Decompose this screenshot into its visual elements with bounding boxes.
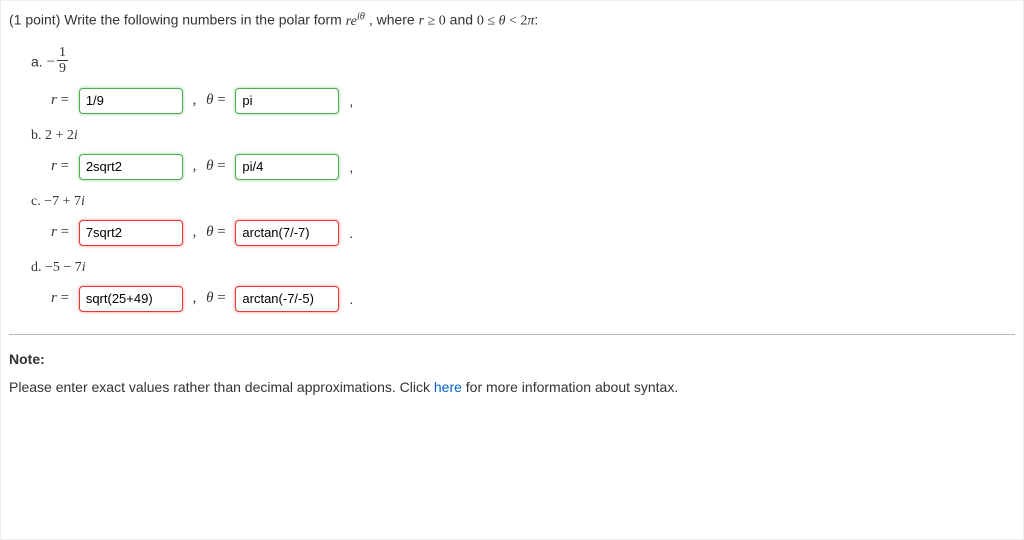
part-letter: a.: [31, 53, 43, 69]
note-before: Please enter exact values rather than de…: [9, 379, 434, 395]
sep: ,: [189, 158, 200, 175]
note-after: for more information about syntax.: [462, 379, 678, 395]
part-d-answers: r = , θ = .: [51, 286, 1015, 312]
part-c-r-input[interactable]: [79, 220, 183, 246]
part-a-label: a. −19: [31, 48, 1015, 78]
frac-num: 1: [57, 46, 68, 60]
trail: .: [345, 225, 353, 241]
part-b-theta-input[interactable]: [235, 154, 339, 180]
sep: ,: [189, 290, 200, 307]
trail: .: [345, 291, 353, 307]
problem-container: (1 point) Write the following numbers in…: [0, 0, 1024, 540]
part-b-r-input[interactable]: [79, 154, 183, 180]
part-a-r-input[interactable]: [79, 88, 183, 114]
prompt-where: , where: [369, 12, 415, 28]
note-label: Note:: [9, 351, 1015, 367]
theta-label: θ =: [206, 158, 229, 175]
part-a-answers: r = , θ = ,: [51, 88, 1015, 114]
part-d-theta-input[interactable]: [235, 286, 339, 312]
theta-label: θ =: [206, 290, 229, 307]
frac-den: 9: [57, 60, 68, 76]
r-label: r =: [51, 92, 73, 109]
part-c-label: c. −7 + 7i: [31, 194, 1015, 210]
sep: ,: [189, 92, 200, 109]
part-c-theta-input[interactable]: [235, 220, 339, 246]
part-a-theta-input[interactable]: [235, 88, 339, 114]
cond-theta: 0 ≤ θ < 2π: [477, 14, 535, 29]
prompt-and: and: [450, 12, 473, 28]
prompt-text: (1 point) Write the following numbers in…: [9, 11, 1015, 30]
minus-sign: −: [47, 54, 55, 70]
note-block: Note: Please enter exact values rather t…: [9, 351, 1015, 395]
r-label: r =: [51, 158, 73, 175]
note-text: Please enter exact values rather than de…: [9, 379, 1015, 395]
part-c-answers: r = , θ = .: [51, 220, 1015, 246]
prompt-lead: Write the following numbers in the polar…: [64, 12, 342, 28]
cond-r: r ≥ 0: [419, 14, 446, 29]
part-d-label: d. −5 − 7i: [31, 260, 1015, 276]
parts-list: a. −19 r = , θ = , b. 2 + 2i r = , θ = ,…: [9, 48, 1015, 312]
divider: [9, 334, 1015, 335]
trail: ,: [345, 93, 353, 109]
r-label: r =: [51, 290, 73, 307]
part-d-r-input[interactable]: [79, 286, 183, 312]
points-label: (1 point): [9, 12, 60, 28]
prompt-colon: :: [534, 12, 538, 28]
trail: ,: [345, 159, 353, 175]
fraction: 19: [57, 46, 68, 76]
theta-label: θ =: [206, 224, 229, 241]
part-b-label: b. 2 + 2i: [31, 128, 1015, 144]
sep: ,: [189, 224, 200, 241]
syntax-help-link[interactable]: here: [434, 379, 462, 395]
r-label: r =: [51, 224, 73, 241]
part-b-answers: r = , θ = ,: [51, 154, 1015, 180]
polar-form-expr: reiθ: [346, 14, 365, 29]
theta-label: θ =: [206, 92, 229, 109]
